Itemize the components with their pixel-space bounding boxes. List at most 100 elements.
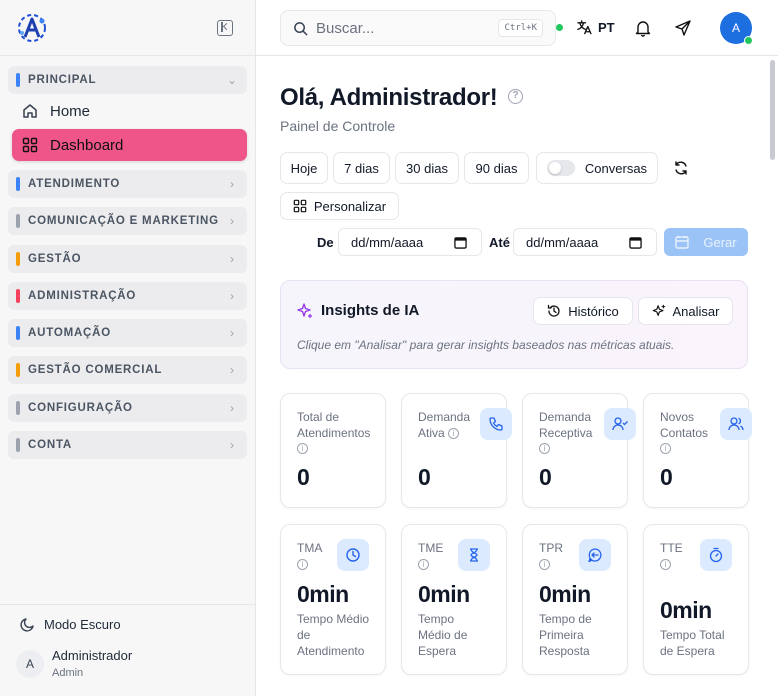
info-icon[interactable]: i: [297, 443, 308, 455]
metric-title: Novos Contatos: [660, 410, 709, 440]
filter-30-days-button[interactable]: 30 dias: [395, 152, 459, 184]
section-administracao[interactable]: ADMINISTRAÇÃO ›: [8, 282, 247, 310]
user-avatar[interactable]: A: [720, 12, 753, 45]
info-icon[interactable]: i: [297, 558, 308, 570]
section-gestao-comercial[interactable]: GESTÃO COMERCIAL ›: [8, 356, 247, 384]
chevron-right-icon: ›: [230, 363, 234, 377]
timer-icon: [700, 539, 732, 571]
dark-mode-label: Modo Escuro: [44, 616, 121, 632]
section-color-bar: [16, 177, 20, 191]
metric-title: Demanda Ativa: [418, 410, 471, 440]
grid-icon: [293, 199, 307, 213]
metric-description: Tempo Médio de Atendimento: [297, 612, 370, 658]
bell-icon[interactable]: [634, 19, 652, 37]
translate-icon: [577, 20, 592, 35]
section-label: ATENDIMENTO: [28, 178, 121, 190]
filter-today-button[interactable]: Hoje: [280, 152, 328, 184]
metric-value: 0min: [539, 581, 591, 607]
metric-value: 0min: [660, 597, 712, 623]
user-role: Admin: [52, 667, 84, 679]
section-comunicacao-marketing[interactable]: COMUNICAÇÃO E MARKETING ›: [8, 207, 247, 235]
metric-card-tma[interactable]: TMA i 0min Tempo Médio de Atendimento: [280, 524, 386, 675]
sidebar-item-dashboard[interactable]: Dashboard: [12, 129, 247, 161]
info-icon[interactable]: i: [539, 443, 550, 455]
section-atendimento[interactable]: ATENDIMENTO ›: [8, 170, 247, 198]
shortcut-hint: Ctrl+K: [498, 19, 543, 37]
sidebar: PRINCIPAL ⌄ Home Dashboard ATENDIMENTO ›…: [0, 0, 256, 696]
language-code: PT: [598, 20, 615, 35]
gerar-button[interactable]: Gerar: [664, 228, 748, 256]
insights-header: Insights de IA: [297, 302, 419, 319]
metric-card-total-atendimentos[interactable]: Total de Atendimentos i 0: [280, 393, 386, 508]
metric-card-demanda-ativa[interactable]: Demanda Ativa i 0: [401, 393, 512, 508]
sparkles-icon: [297, 302, 312, 318]
language-selector[interactable]: PT: [576, 19, 615, 36]
metric-value: 0: [418, 464, 431, 490]
hourglass-icon: [458, 539, 490, 571]
analisar-label: Analisar: [672, 303, 720, 319]
info-icon[interactable]: i: [660, 558, 671, 570]
section-label: GESTÃO: [28, 253, 82, 265]
metric-card-novos-contatos[interactable]: Novos Contatos i 0: [643, 393, 752, 508]
insights-hint: Clique em "Analisar" para gerar insights…: [297, 338, 675, 352]
metric-card-tme[interactable]: TME i 0min Tempo Médio de Espera: [401, 524, 507, 675]
metric-card-demanda-receptiva[interactable]: Demanda Receptiva i 0: [522, 393, 636, 508]
refresh-icon[interactable]: [673, 160, 689, 176]
info-icon[interactable]: i: [539, 558, 550, 570]
date-from-field[interactable]: dd/mm/aaaa: [338, 228, 482, 256]
section-color-bar: [16, 401, 20, 415]
scrollbar[interactable]: [770, 60, 775, 160]
info-icon[interactable]: i: [418, 558, 429, 570]
history-icon: [548, 304, 560, 317]
filter-90-days-button[interactable]: 90 dias: [464, 152, 529, 184]
page-subtitle: Painel de Controle: [280, 118, 396, 134]
user-profile[interactable]: A Administrador Admin: [16, 648, 132, 679]
section-label: CONTA: [28, 439, 73, 451]
section-principal[interactable]: PRINCIPAL ⌄: [8, 66, 247, 94]
metric-title: TME: [418, 541, 444, 555]
clock-icon: [337, 539, 369, 571]
info-icon[interactable]: i: [448, 427, 460, 439]
historico-button[interactable]: Histórico: [533, 297, 633, 325]
help-icon[interactable]: ?: [508, 89, 523, 104]
search-input[interactable]: Buscar... Ctrl+K: [280, 10, 556, 46]
metric-value: 0: [660, 464, 673, 490]
info-icon[interactable]: i: [660, 443, 671, 455]
analisar-button[interactable]: Analisar: [638, 297, 733, 325]
section-color-bar: [16, 73, 20, 87]
date-from-value: dd/mm/aaaa: [351, 234, 424, 250]
personalizar-button[interactable]: Personalizar: [280, 192, 399, 220]
metric-card-tte[interactable]: TTE i 0min Tempo Total de Espera: [643, 524, 749, 675]
metric-card-tpr[interactable]: TPR i 0min Tempo de Primeira Resposta: [522, 524, 628, 675]
sidebar-item-label: Dashboard: [50, 136, 124, 154]
conversas-toggle[interactable]: Conversas: [536, 152, 658, 184]
section-configuracao[interactable]: CONFIGURAÇÃO ›: [8, 394, 247, 422]
app-root: PRINCIPAL ⌄ Home Dashboard ATENDIMENTO ›…: [0, 0, 778, 696]
chevron-right-icon: ›: [230, 252, 234, 266]
toggle-switch[interactable]: [546, 160, 575, 176]
section-color-bar: [16, 438, 20, 452]
section-gestao[interactable]: GESTÃO ›: [8, 245, 247, 273]
app-logo[interactable]: [16, 12, 48, 44]
main-content: Olá, Administrador! ? Painel de Controle…: [256, 56, 778, 696]
sidebar-header: [0, 0, 255, 56]
section-automacao[interactable]: AUTOMAÇÃO ›: [8, 319, 247, 347]
send-icon[interactable]: [674, 19, 692, 37]
sidebar-item-label: Home: [50, 102, 91, 120]
dark-mode-toggle[interactable]: Modo Escuro: [20, 616, 121, 632]
date-to-field[interactable]: dd/mm/aaaa: [513, 228, 657, 256]
metric-description: Tempo Total de Espera: [660, 628, 725, 658]
section-conta[interactable]: CONTA ›: [8, 431, 247, 459]
filter-7-days-button[interactable]: 7 dias: [333, 152, 390, 184]
calendar-icon[interactable]: [629, 236, 642, 249]
calendar-icon: [675, 236, 690, 249]
chevron-right-icon: ›: [230, 401, 234, 415]
connection-status-dot: [556, 24, 563, 31]
calendar-icon[interactable]: [454, 236, 467, 249]
section-label: PRINCIPAL: [28, 74, 97, 86]
collapse-sidebar-icon[interactable]: [217, 19, 233, 36]
users-icon: [720, 408, 752, 440]
sidebar-item-home[interactable]: Home: [12, 95, 247, 127]
insights-panel: Insights de IA Histórico Analisar Clique…: [280, 280, 748, 369]
search-placeholder: Buscar...: [316, 19, 375, 37]
